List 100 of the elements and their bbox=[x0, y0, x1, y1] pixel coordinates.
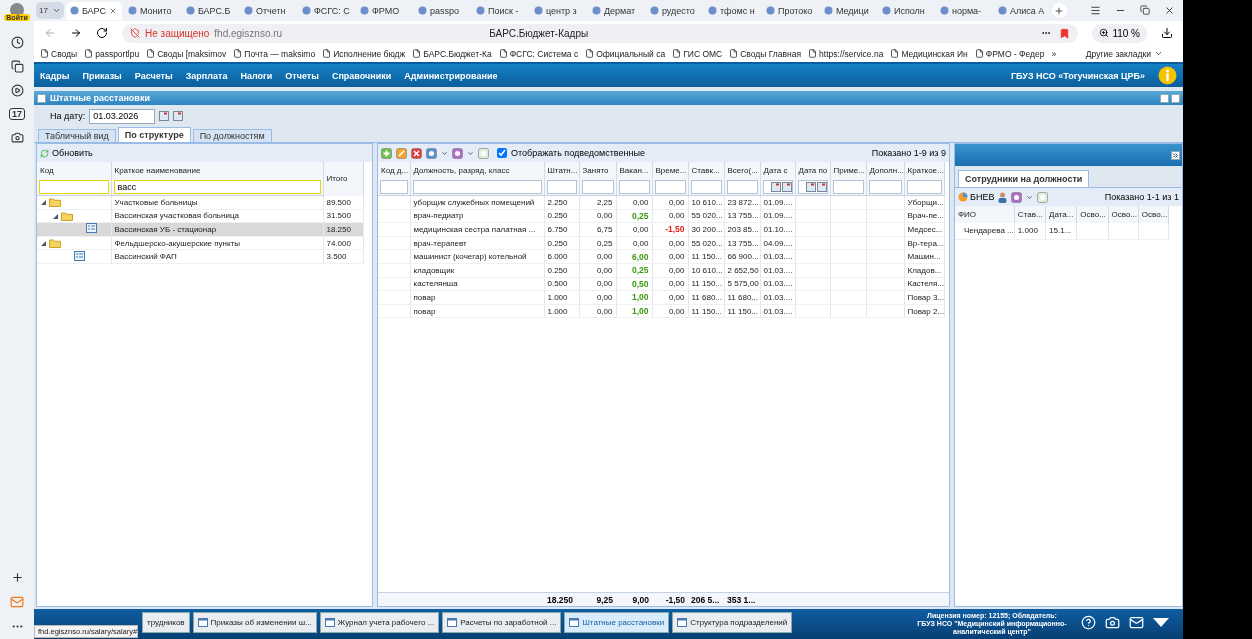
tree-row[interactable]: Вассинский ФАП 3.500 bbox=[37, 249, 363, 264]
column-header[interactable]: Дата с bbox=[760, 162, 795, 179]
close-button[interactable] bbox=[1171, 93, 1180, 103]
view-tab[interactable]: Табличный вид bbox=[38, 129, 116, 142]
column-header[interactable]: Краткое... bbox=[904, 162, 944, 179]
menu-item[interactable]: Администрирование bbox=[404, 70, 498, 81]
calendar-icon[interactable] bbox=[805, 182, 816, 192]
filter-button[interactable]: БНЕВ bbox=[958, 192, 995, 202]
collapse-button[interactable] bbox=[1171, 150, 1180, 160]
browser-tab[interactable]: Отчетн bbox=[239, 1, 296, 20]
browser-tab[interactable]: Поиск - bbox=[471, 1, 528, 20]
taskbar-item[interactable]: Штатные расстановки bbox=[564, 612, 670, 633]
browser-tab[interactable]: Протоко bbox=[761, 1, 818, 20]
taskbar-item[interactable]: Структура подразделений bbox=[672, 612, 793, 633]
view-tab[interactable]: По структуре bbox=[117, 127, 191, 142]
column-header[interactable]: Приме... bbox=[830, 162, 866, 179]
bookmark-link[interactable]: Своды Главная bbox=[729, 48, 802, 59]
other-bookmarks-button[interactable]: Другие закладки bbox=[1085, 48, 1177, 59]
browser-tab[interactable]: ФРМО bbox=[355, 1, 412, 20]
dropdown-icon[interactable] bbox=[1153, 618, 1169, 627]
column-header[interactable]: Ставк... bbox=[688, 162, 724, 179]
column-header[interactable]: Осво... bbox=[1138, 206, 1169, 223]
browser-tab[interactable]: passpo bbox=[413, 1, 470, 20]
taskbar-item[interactable]: трудников bbox=[142, 612, 190, 633]
tree-row[interactable]: Фельдшерско-акушерские пункты 74.000 bbox=[37, 236, 363, 250]
forward-icon[interactable] bbox=[70, 27, 82, 39]
tab-counter[interactable]: 17 bbox=[36, 2, 64, 19]
close-icon[interactable] bbox=[1164, 5, 1175, 16]
browser-tab[interactable]: Алиса А bbox=[993, 1, 1050, 20]
menu-item[interactable]: Приказы bbox=[82, 70, 122, 81]
security-label[interactable]: Не защищено bbox=[145, 27, 210, 39]
column-header[interactable]: ФИО bbox=[955, 206, 1015, 223]
bookmark-link[interactable]: Медицинская Ин bbox=[890, 48, 968, 59]
info-icon[interactable] bbox=[1158, 66, 1177, 85]
browser-tab[interactable]: центр з bbox=[529, 1, 586, 20]
employees-tab[interactable]: Сотрудники на должности bbox=[958, 170, 1090, 187]
filter-field[interactable] bbox=[726, 180, 758, 194]
filter-field[interactable] bbox=[380, 180, 408, 194]
tree-row[interactable]: Участковые больницы 89.500 bbox=[37, 195, 363, 210]
browser-tab[interactable]: рудесто bbox=[645, 1, 702, 20]
filter-field[interactable]: васс bbox=[113, 180, 321, 194]
play-icon[interactable] bbox=[10, 84, 24, 97]
filter-field[interactable] bbox=[39, 180, 109, 194]
bookmark-link[interactable]: https://service.na bbox=[808, 48, 884, 59]
filter-field[interactable] bbox=[618, 180, 650, 194]
column-header[interactable]: Дата... bbox=[1045, 206, 1077, 223]
column-header[interactable]: Осво... bbox=[1108, 206, 1139, 223]
filter-field[interactable] bbox=[654, 180, 686, 194]
menu-item[interactable]: Кадры bbox=[40, 70, 70, 81]
column-header[interactable]: Дополн... bbox=[866, 162, 904, 179]
browser-tab[interactable]: Дермат bbox=[587, 1, 644, 20]
download-icon[interactable] bbox=[1161, 27, 1173, 39]
browser-tab[interactable]: Исполн bbox=[877, 1, 934, 20]
bookmark-link[interactable]: БАРС.Бюджет-Ка bbox=[412, 48, 492, 59]
minimize-button[interactable] bbox=[1160, 93, 1169, 103]
zoom-button[interactable]: 110 % bbox=[1092, 23, 1147, 43]
bookmark-link[interactable]: Официальный са bbox=[585, 48, 666, 59]
tree-row[interactable]: Вассинская участковая больница 31.500 bbox=[37, 209, 363, 223]
address-field[interactable]: Не защищено fhd.egisznso.ru БАРС.Бюджет-Кадры bbox=[122, 23, 1079, 43]
filter-field[interactable] bbox=[868, 180, 902, 194]
browser-tab[interactable]: БАРС.Б bbox=[181, 1, 238, 20]
filter-field[interactable] bbox=[832, 180, 864, 194]
menu-icon[interactable] bbox=[1090, 5, 1101, 16]
column-header[interactable]: Вакан... bbox=[616, 162, 652, 179]
column-header[interactable]: Краткое наименование bbox=[111, 162, 323, 179]
column-header[interactable]: Време... bbox=[652, 162, 688, 179]
menu-item[interactable]: Справочники bbox=[331, 70, 392, 81]
expand-caret-icon[interactable] bbox=[40, 240, 46, 247]
column-header[interactable]: Всего(... bbox=[724, 162, 760, 179]
view-tab[interactable]: По должностям bbox=[192, 129, 272, 142]
history-icon[interactable] bbox=[10, 36, 24, 49]
calendar-icon[interactable] bbox=[816, 182, 827, 192]
chevron-down-icon[interactable] bbox=[441, 149, 448, 157]
close-icon[interactable] bbox=[109, 6, 118, 15]
person-icon[interactable] bbox=[998, 191, 1008, 203]
browser-tab[interactable]: ФСГС: С bbox=[297, 1, 354, 20]
column-header[interactable]: Штатн... bbox=[544, 162, 579, 179]
date-field[interactable]: 01.03.2026 bbox=[89, 108, 156, 124]
calendar-icon[interactable] bbox=[173, 111, 184, 121]
reload-icon[interactable] bbox=[96, 27, 108, 39]
camera-icon[interactable] bbox=[10, 131, 24, 144]
chevron-down-icon[interactable] bbox=[1026, 193, 1034, 201]
shield-icon[interactable] bbox=[130, 28, 140, 38]
browser-tab[interactable]: БАРС bbox=[65, 1, 122, 20]
chevron-down-icon[interactable] bbox=[51, 6, 61, 15]
bookmark-link[interactable]: ФРМО - Федер bbox=[974, 48, 1045, 59]
filter-field[interactable] bbox=[546, 180, 577, 194]
bookmark-link[interactable]: passportlpu bbox=[84, 48, 140, 59]
bookmark-link[interactable]: ФСГС: Система с bbox=[498, 48, 579, 59]
column-header[interactable]: Код bbox=[37, 162, 111, 179]
calendar-icon[interactable]: 17 bbox=[9, 108, 25, 120]
column-header[interactable]: Итого bbox=[323, 162, 363, 196]
bookmark-link[interactable]: Своды bbox=[40, 48, 78, 59]
delete-icon[interactable] bbox=[411, 147, 422, 159]
taskbar-item[interactable]: Приказы об изменении ш... bbox=[192, 612, 317, 633]
bookmark-link[interactable]: ГИС ОМС bbox=[672, 48, 723, 59]
chevron-down-icon[interactable] bbox=[467, 149, 474, 157]
column-header[interactable]: Став... bbox=[1014, 206, 1046, 223]
bookmark-link[interactable]: Исполнение бюдж bbox=[322, 48, 406, 59]
calendar-icon[interactable] bbox=[770, 182, 781, 192]
